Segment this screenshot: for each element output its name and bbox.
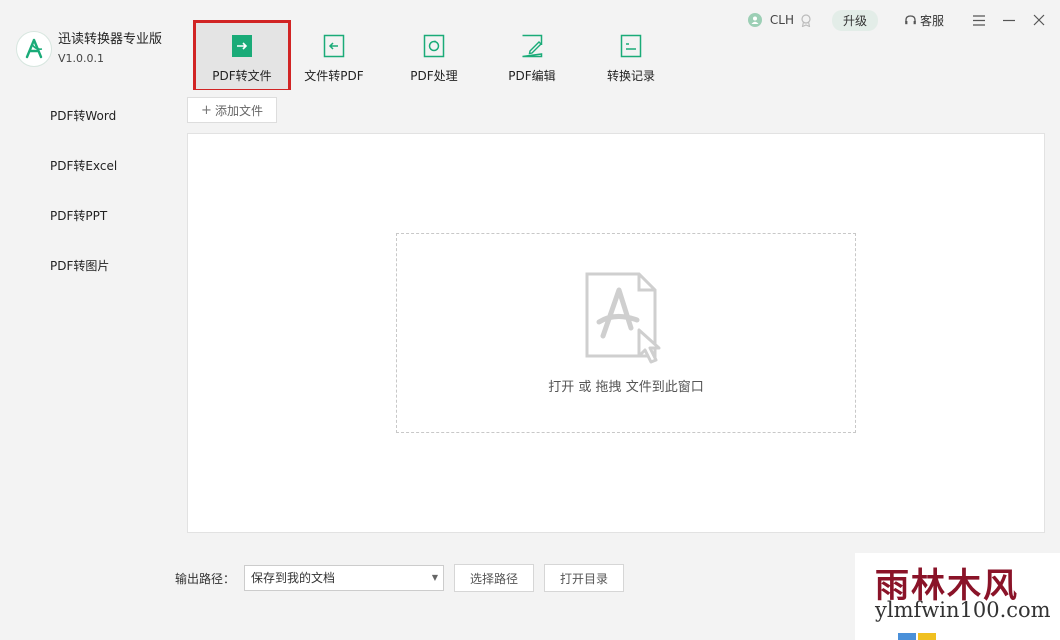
sidebar-item-pdf-to-image[interactable]: PDF转图片 (50, 257, 109, 274)
tab-history[interactable]: 转换记录 (595, 20, 667, 92)
watermark: 雨林木风 ylmfwin100.com (855, 553, 1060, 640)
tab-pdf-to-file[interactable]: PDF转文件 (193, 20, 291, 92)
choose-path-button[interactable]: 选择路径 (454, 564, 534, 592)
file-import-icon (323, 34, 345, 58)
brand: 迅读转换器专业版 V1.0.0.1 (16, 31, 162, 67)
sidebar-item-pdf-to-word[interactable]: PDF转Word (50, 107, 116, 124)
app-name: 迅读转换器专业版 (58, 32, 163, 47)
file-export-icon (232, 35, 252, 57)
add-file-label: 添加文件 (214, 103, 263, 118)
watermark-bar (918, 633, 936, 640)
watermark-bar (898, 633, 916, 640)
user-avatar-icon[interactable] (747, 13, 762, 27)
watermark-en: ylmfwin100.com (875, 598, 1051, 622)
vip-medal-icon (801, 13, 811, 27)
menu-icon[interactable] (970, 11, 988, 29)
app-logo-icon (16, 31, 52, 67)
user-name[interactable]: CLH (770, 13, 794, 27)
history-icon (620, 34, 642, 58)
service-label: 客服 (919, 13, 944, 28)
app-version: V1.0.0.1 (58, 52, 105, 65)
tab-label: 转换记录 (606, 69, 655, 83)
drop-zone[interactable]: 打开 或 拖拽 文件到此窗口 (396, 233, 856, 433)
close-icon[interactable] (1030, 11, 1048, 29)
sidebar: PDF转Word PDF转Excel PDF转PPT PDF转图片 (0, 90, 173, 640)
file-edit-icon (522, 34, 543, 58)
sidebar-item-pdf-to-ppt[interactable]: PDF转PPT (50, 207, 107, 224)
tab-pdf-process[interactable]: PDF处理 (398, 20, 470, 92)
header: 迅读转换器专业版 V1.0.0.1 PDF转文件 文件转PDF PDF处理 PD… (0, 0, 1060, 92)
file-process-icon (423, 34, 445, 58)
title-bar-controls: CLH 升级 客服 (747, 9, 1060, 31)
tab-pdf-edit[interactable]: PDF编辑 (496, 20, 568, 92)
output-path-select[interactable]: 保存到我的文档 ▼ (244, 565, 444, 591)
tab-label: PDF处理 (410, 69, 458, 83)
open-directory-button[interactable]: 打开目录 (544, 564, 624, 592)
file-list-panel: 打开 或 拖拽 文件到此窗口 (187, 133, 1045, 533)
upgrade-button[interactable]: 升级 (831, 9, 878, 31)
headset-icon (905, 14, 916, 24)
output-path-label: 输出路径： (175, 572, 236, 586)
minimize-icon[interactable] (1000, 11, 1018, 29)
add-file-button[interactable]: + 添加文件 (187, 97, 277, 123)
plus-icon: + (201, 102, 212, 118)
tab-file-to-pdf[interactable]: 文件转PDF (294, 20, 374, 92)
tab-label: PDF转文件 (212, 69, 272, 83)
drop-hint-text: 打开 或 拖拽 文件到此窗口 (548, 380, 704, 395)
tab-label: PDF编辑 (508, 69, 556, 83)
tab-label: 文件转PDF (304, 69, 364, 83)
sidebar-item-pdf-to-excel[interactable]: PDF转Excel (50, 157, 117, 174)
chevron-down-icon: ▼ (431, 573, 438, 582)
pdf-file-icon (585, 272, 661, 364)
customer-service-button[interactable]: 客服 (904, 12, 944, 29)
output-path-value: 保存到我的文档 (251, 571, 336, 585)
